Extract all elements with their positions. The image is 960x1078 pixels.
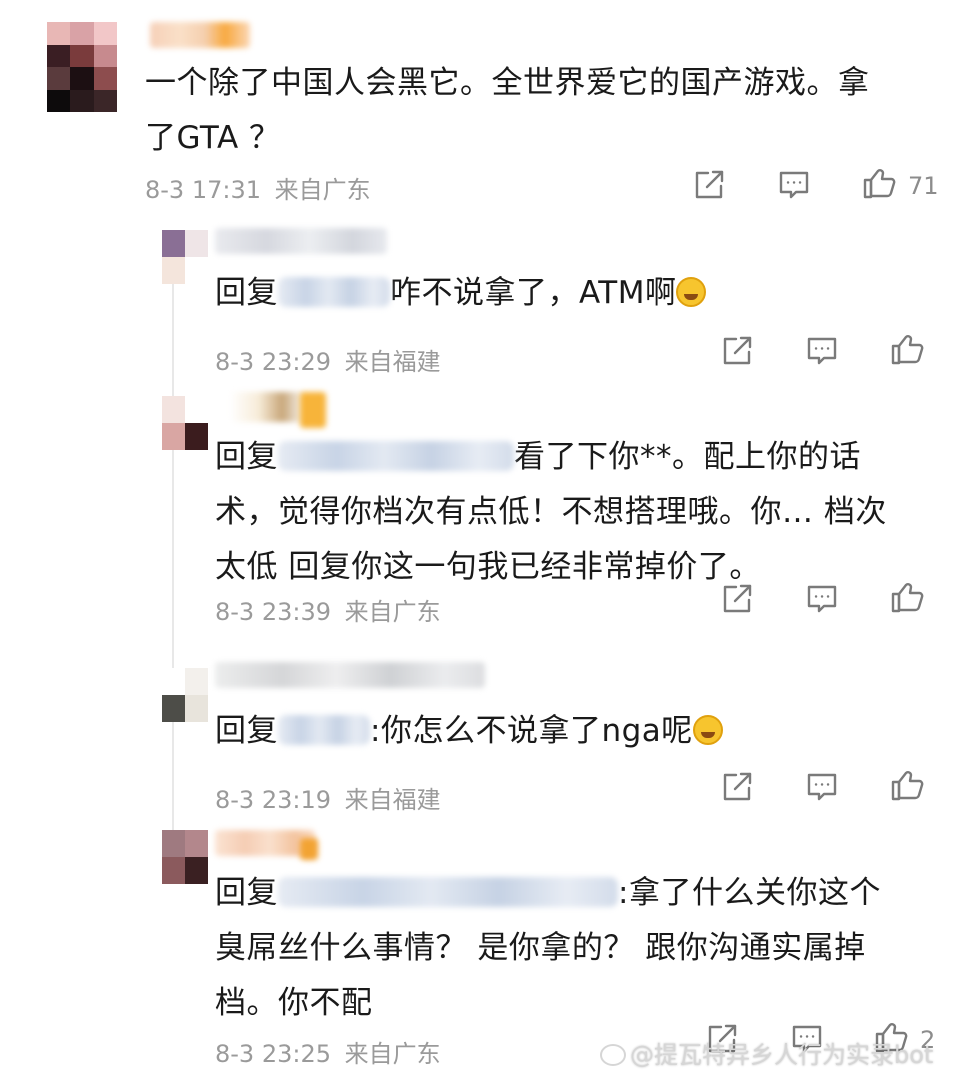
avatar[interactable] (162, 396, 208, 450)
avatar[interactable] (47, 22, 117, 112)
reply-meta: 8-3 23:29 来自福建 (215, 342, 441, 377)
reply-text: 回复:拿了什么关你这个 臭屌丝什么事情？ 是你拿的？ 跟你沟通实属掉 档。你不配 (215, 875, 881, 1021)
like-icon[interactable] (890, 768, 924, 802)
comment-icon[interactable] (777, 168, 811, 202)
reply-text: 回复 咋不说拿了，ATM啊 (215, 266, 707, 321)
share-icon[interactable] (720, 770, 754, 804)
location: 来自福建 (344, 348, 441, 376)
like-icon[interactable] (862, 166, 896, 200)
comment-text: 一个除了中国人会黑它。全世界爱它的国产游戏。拿 了GTA ？ (145, 65, 870, 156)
mentioned-username[interactable] (278, 715, 370, 745)
timestamp: 8-3 23:19 (215, 786, 331, 814)
like-icon[interactable] (890, 580, 924, 614)
reply-text: 回复 看了下你**。配上你的话 术，觉得你档次有点低！不想搭理哦。你… 档次 太低… (215, 439, 887, 585)
weibo-logo-icon (600, 1044, 626, 1066)
avatar[interactable] (162, 230, 208, 284)
watermark: @提瓦特异乡人行为实录bot (600, 1035, 933, 1070)
comment-icon[interactable] (805, 334, 839, 368)
timestamp: 8-3 23:25 (215, 1040, 331, 1068)
username[interactable] (215, 662, 485, 688)
reply-meta: 8-3 23:19 来自福建 (215, 780, 441, 815)
comment-icon[interactable] (805, 770, 839, 804)
mentioned-username[interactable] (278, 277, 390, 307)
share-icon[interactable] (720, 334, 754, 368)
mentioned-username[interactable] (278, 877, 618, 907)
comment-icon[interactable] (805, 582, 839, 616)
username[interactable] (215, 228, 387, 254)
timestamp: 8-3 17:31 (145, 176, 261, 204)
location: 来自广东 (344, 1040, 441, 1068)
share-icon[interactable] (692, 168, 726, 202)
thread-line (172, 246, 174, 836)
location: 来自广东 (274, 176, 371, 204)
location: 来自广东 (344, 598, 441, 626)
reply-meta: 8-3 23:25 来自广东 (215, 1034, 441, 1069)
timestamp: 8-3 23:39 (215, 598, 331, 626)
like-count: 71 (908, 172, 939, 200)
nerd-face-emoji-icon (692, 715, 723, 745)
laughing-emoji-icon (676, 277, 707, 307)
comment-meta: 8-3 17:31 来自广东 (145, 170, 371, 205)
location: 来自福建 (344, 786, 441, 814)
member-badge (300, 838, 318, 860)
like-icon[interactable] (890, 332, 924, 366)
reply-text: 回复:你怎么不说拿了nga呢 (215, 704, 723, 759)
share-icon[interactable] (720, 582, 754, 616)
member-badge (300, 392, 326, 428)
username[interactable] (150, 22, 250, 48)
avatar[interactable] (162, 830, 208, 884)
mentioned-username[interactable] (278, 441, 514, 471)
avatar[interactable] (162, 668, 208, 722)
timestamp: 8-3 23:29 (215, 348, 331, 376)
reply-meta: 8-3 23:39 来自广东 (215, 592, 441, 627)
